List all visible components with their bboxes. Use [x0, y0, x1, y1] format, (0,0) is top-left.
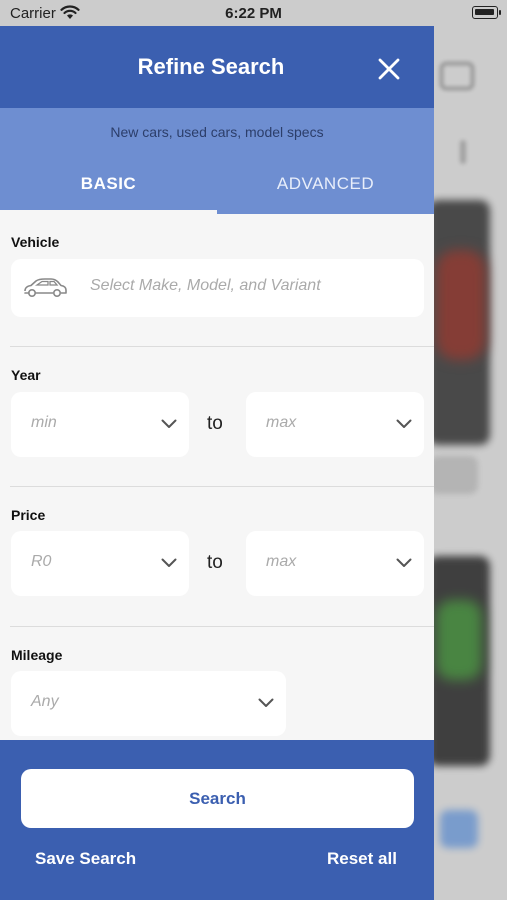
refine-search-panel: Refine Search New cars, used cars, model…	[0, 26, 434, 900]
panel-footer: Search Save Search Reset all	[0, 740, 434, 900]
year-max-select[interactable]: max	[246, 392, 424, 457]
tab-bar: New cars, used cars, model specs BASIC A…	[0, 108, 434, 214]
price-max-select[interactable]: max	[246, 531, 424, 596]
chevron-down-icon	[161, 558, 177, 567]
active-tab-indicator	[0, 210, 217, 214]
mileage-select[interactable]: Any	[11, 671, 286, 736]
price-max-placeholder: max	[266, 553, 297, 570]
close-icon	[378, 58, 400, 80]
vehicle-label: Vehicle	[11, 234, 60, 250]
year-max-placeholder: max	[266, 414, 297, 431]
close-button[interactable]	[372, 52, 406, 86]
tab-basic[interactable]: BASIC	[0, 174, 217, 194]
car-icon	[24, 278, 67, 298]
chevron-down-icon	[161, 419, 177, 428]
search-button[interactable]: Search	[21, 769, 414, 828]
battery-cap	[499, 10, 501, 15]
year-range-separator: to	[207, 413, 223, 434]
chevron-down-icon	[396, 419, 412, 428]
divider	[10, 486, 434, 487]
chevron-down-icon	[258, 698, 274, 707]
year-min-placeholder: min	[31, 414, 57, 431]
year-min-select[interactable]: min	[11, 392, 189, 457]
save-search-button[interactable]: Save Search	[35, 849, 136, 869]
tab-advanced[interactable]: ADVANCED	[217, 174, 434, 194]
page-title: Refine Search	[137, 54, 285, 79]
price-min-select[interactable]: R0	[11, 531, 189, 596]
search-subtitle: New cars, used cars, model specs	[110, 124, 324, 140]
year-label: Year	[11, 367, 41, 383]
price-min-placeholder: R0	[31, 553, 52, 570]
vehicle-placeholder: Select Make, Model, and Variant	[90, 277, 321, 294]
chevron-down-icon	[396, 558, 412, 567]
clock: 6:22 PM	[225, 5, 282, 22]
status-bar: Carrier 6:22 PM	[0, 0, 507, 26]
battery-icon	[472, 6, 498, 19]
mileage-placeholder: Any	[31, 693, 59, 710]
price-label: Price	[11, 507, 46, 523]
vehicle-select[interactable]: Select Make, Model, and Variant	[11, 259, 424, 317]
price-range-separator: to	[207, 552, 223, 573]
divider	[10, 626, 434, 627]
panel-header: Refine Search	[0, 26, 434, 108]
divider	[10, 346, 434, 347]
mileage-label: Mileage	[11, 647, 63, 663]
reset-all-button[interactable]: Reset all	[327, 849, 397, 869]
